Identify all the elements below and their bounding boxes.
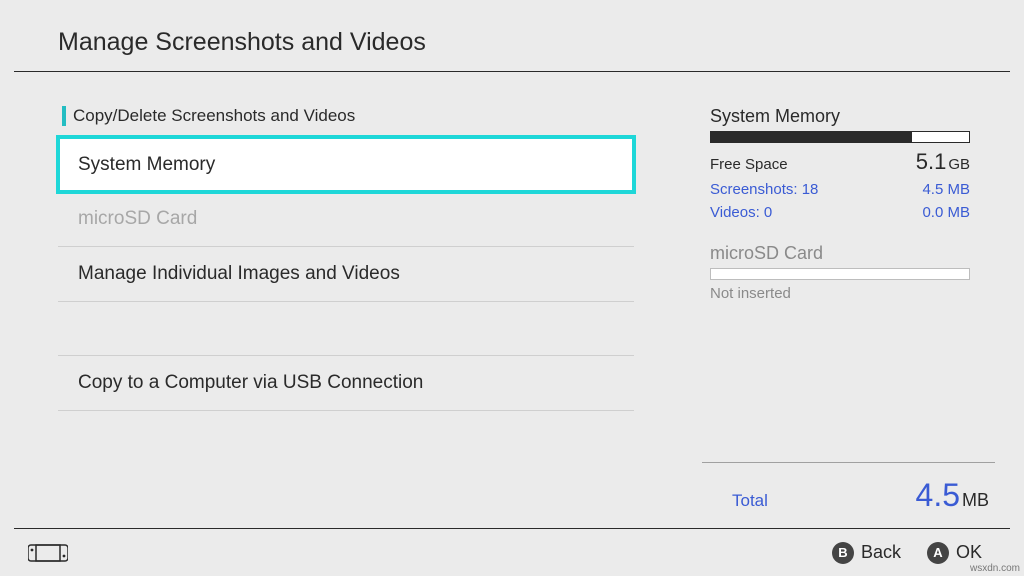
b-button-icon: B: [832, 542, 854, 564]
screenshots-row: Screenshots: 18 4.5 MB: [710, 181, 970, 198]
free-space-value: 5.1GB: [916, 149, 970, 175]
section-heading: Copy/Delete Screenshots and Videos: [58, 106, 634, 126]
hint-back-label: Back: [861, 542, 901, 563]
videos-row: Videos: 0 0.0 MB: [710, 204, 970, 221]
hint-ok-label: OK: [956, 542, 982, 563]
a-button-icon: A: [927, 542, 949, 564]
menu-item-microsd: microSD Card: [58, 192, 634, 247]
menu-column: Copy/Delete Screenshots and Videos Syste…: [58, 106, 634, 411]
heading-accent-bar: [62, 106, 66, 126]
content: Copy/Delete Screenshots and Videos Syste…: [0, 72, 1024, 411]
microsd-title: microSD Card: [710, 243, 970, 264]
menu-item-system-memory[interactable]: System Memory: [58, 137, 634, 192]
total-unit: MB: [962, 490, 989, 510]
system-memory-bar-fill: [711, 132, 912, 142]
microsd-status: Not inserted: [710, 285, 970, 302]
info-system-memory-title: System Memory: [710, 106, 970, 127]
footer-hints: B Back A OK: [832, 542, 982, 564]
free-space-label: Free Space: [710, 156, 788, 173]
free-space-row: Free Space 5.1GB: [710, 149, 970, 175]
menu-item-label: Manage Individual Images and Videos: [78, 263, 400, 285]
hint-ok[interactable]: A OK: [927, 542, 982, 564]
menu-item-label: microSD Card: [78, 208, 197, 230]
menu-item-manage-individual[interactable]: Manage Individual Images and Videos: [58, 247, 634, 302]
controller-icon: [28, 543, 68, 563]
microsd-section: microSD Card Not inserted: [710, 243, 970, 302]
total-value-wrap: 4.5MB: [916, 477, 989, 514]
total-label: Total: [732, 491, 768, 511]
info-panel: System Memory Free Space 5.1GB Screensho…: [710, 106, 970, 411]
header: Manage Screenshots and Videos: [0, 0, 1024, 71]
videos-size: 0.0 MB: [922, 204, 970, 221]
menu-spacer: [58, 302, 634, 356]
footer: B Back A OK: [14, 528, 1010, 576]
menu-item-label: System Memory: [78, 154, 215, 176]
total-box: Total 4.5MB: [702, 462, 995, 514]
total-value: 4.5: [916, 477, 960, 513]
watermark: wsxdn.com: [970, 563, 1020, 574]
section-heading-label: Copy/Delete Screenshots and Videos: [73, 106, 355, 126]
menu-item-label: Copy to a Computer via USB Connection: [78, 372, 423, 394]
hint-back[interactable]: B Back: [832, 542, 901, 564]
microsd-bar: [710, 268, 970, 280]
screenshots-size: 4.5 MB: [922, 181, 970, 198]
system-memory-bar: [710, 131, 970, 143]
page-title: Manage Screenshots and Videos: [58, 28, 1024, 57]
menu-item-copy-usb[interactable]: Copy to a Computer via USB Connection: [58, 356, 634, 411]
videos-label: Videos: 0: [710, 204, 772, 221]
screenshots-label: Screenshots: 18: [710, 181, 818, 198]
